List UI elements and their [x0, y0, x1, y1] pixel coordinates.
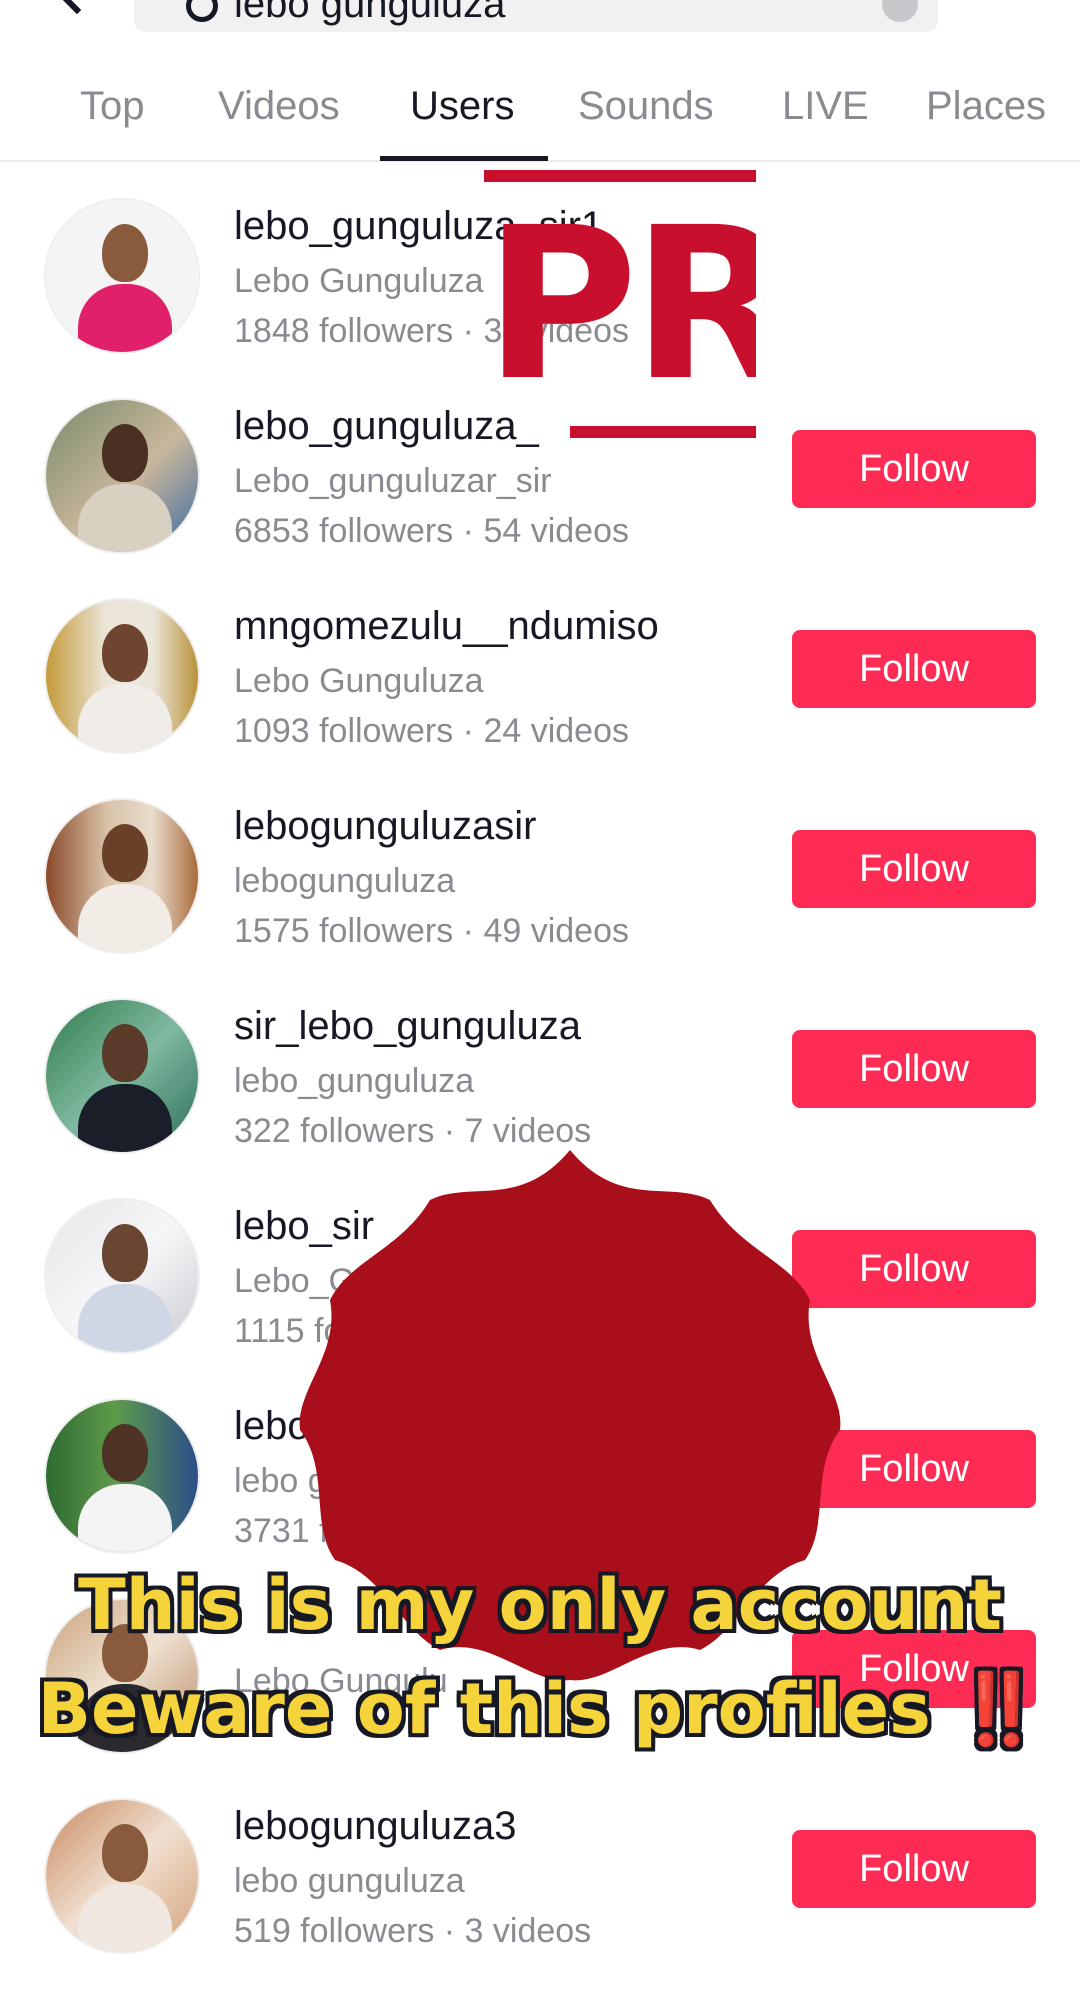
- user-row[interactable]: lebogunguluzasir lebogunguluza 1575 foll…: [0, 798, 1080, 998]
- avatar[interactable]: [44, 1398, 200, 1554]
- nickname: Lebo_gunguluzar_sir: [234, 462, 552, 500]
- follower-stats: 1575 followers · 49 videos: [234, 912, 630, 950]
- nickname: lebo gunguluza: [234, 1862, 465, 1900]
- search-icon: [186, 0, 218, 22]
- avatar[interactable]: [44, 1198, 200, 1354]
- nickname: Lebo Gunguluza: [234, 662, 484, 700]
- username: lebogunguluzasir: [234, 804, 537, 848]
- avatar[interactable]: [44, 198, 200, 354]
- search-query: lebo gunguluza: [234, 0, 506, 26]
- nickname: Lebo Gunguluza: [234, 262, 484, 300]
- back-arrow-icon[interactable]: [55, 0, 99, 15]
- stamp-text: PROI: [484, 182, 756, 427]
- tab-top[interactable]: Top: [80, 84, 145, 129]
- username: sir_lebo_gunguluza: [234, 1004, 581, 1048]
- stamp-overlay: PROI: [484, 170, 756, 442]
- avatar[interactable]: [44, 998, 200, 1154]
- caption-line-1: This is my only account: [78, 1564, 1002, 1646]
- search-input[interactable]: lebo gunguluza: [134, 0, 938, 32]
- follower-stats: 519 followers · 3 videos: [234, 1912, 592, 1950]
- clear-search-icon[interactable]: [882, 0, 918, 22]
- username: lebogunguluza3: [234, 1804, 517, 1848]
- search-tabs: Top Videos Users Sounds LIVE Places: [0, 62, 1080, 162]
- avatar[interactable]: [44, 1798, 200, 1954]
- user-row[interactable]: mngomezulu__ndumiso Lebo Gunguluza 1093 …: [0, 598, 1080, 798]
- username: mngomezulu__ndumiso: [234, 604, 659, 648]
- tab-videos[interactable]: Videos: [218, 84, 340, 129]
- nickname: lebo_gunguluza: [234, 1062, 475, 1100]
- caption-line-2-text: Beware of this profiles: [37, 1668, 931, 1750]
- active-tab-indicator: [380, 156, 548, 161]
- follow-button[interactable]: Follow: [792, 1830, 1036, 1908]
- double-exclamation-icon: ‼️: [955, 1668, 1043, 1750]
- tab-sounds[interactable]: Sounds: [578, 84, 714, 129]
- user-row[interactable]: lebogunguluza3 lebo gunguluza 519 follow…: [0, 1798, 1080, 1998]
- follow-button[interactable]: Follow: [792, 630, 1036, 708]
- tab-users[interactable]: Users: [410, 84, 514, 129]
- search-bar: lebo gunguluza: [0, 0, 1080, 40]
- follow-button[interactable]: Follow: [792, 830, 1036, 908]
- follow-button[interactable]: Follow: [792, 430, 1036, 508]
- caption-line-2: Beware of this profiles ‼️: [0, 1668, 1080, 1751]
- tab-places[interactable]: Places: [926, 84, 1046, 129]
- follower-stats: 1093 followers · 24 videos: [234, 712, 630, 750]
- follower-stats: 6853 followers · 54 videos: [234, 512, 630, 550]
- avatar[interactable]: [44, 398, 200, 554]
- tab-live[interactable]: LIVE: [782, 84, 869, 129]
- avatar[interactable]: [44, 598, 200, 754]
- avatar[interactable]: [44, 798, 200, 954]
- nickname: lebogunguluza: [234, 862, 456, 900]
- follow-button[interactable]: Follow: [792, 1030, 1036, 1108]
